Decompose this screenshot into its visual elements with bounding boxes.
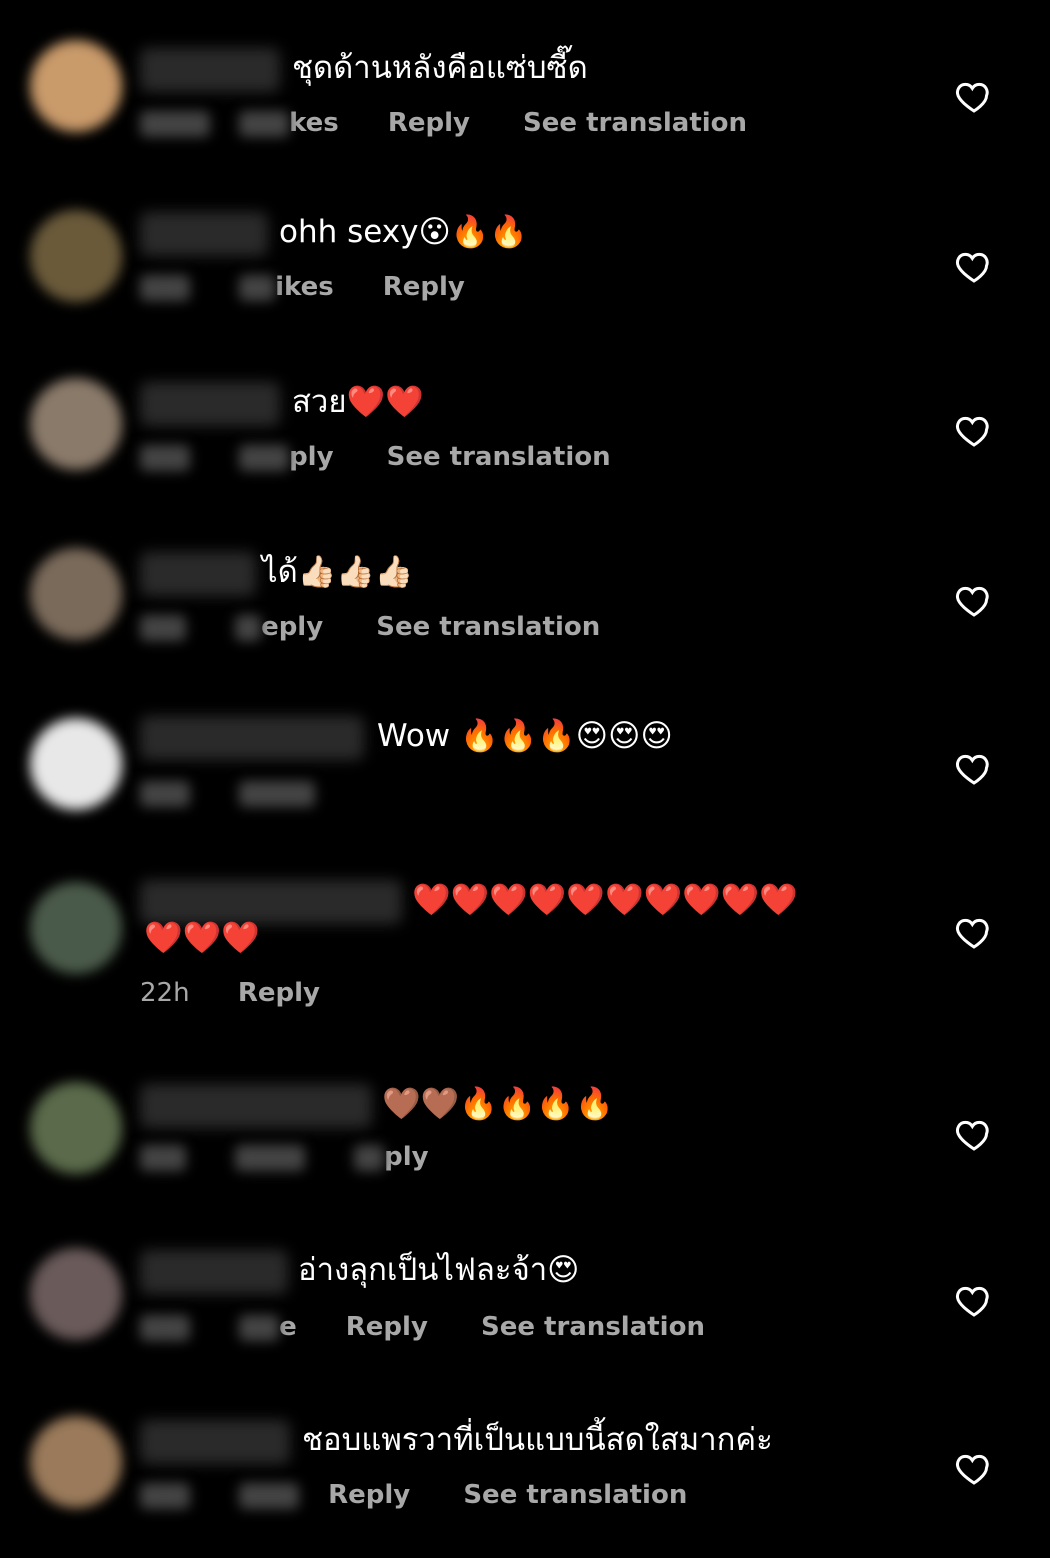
avatar[interactable]: [30, 378, 122, 470]
username[interactable]: [140, 1420, 290, 1464]
username[interactable]: [140, 552, 256, 596]
avatar[interactable]: [30, 1082, 122, 1174]
comment-text: 🤎🤎🔥🔥🔥🔥: [382, 1086, 614, 1122]
like-heart-icon[interactable]: [954, 748, 994, 788]
reply-button[interactable]: Reply: [346, 1312, 428, 1342]
reply-button[interactable]: Reply: [328, 1480, 410, 1510]
reply-button[interactable]: ply: [289, 442, 333, 472]
comment-meta: kes Reply See translation: [140, 108, 747, 138]
see-translation-button[interactable]: See translation: [387, 442, 611, 472]
comment-text: ชอบแพรวาที่เป็นแบบนี้สดใสมากค่ะ: [302, 1422, 773, 1458]
like-heart-icon[interactable]: [954, 410, 994, 450]
likes-blurred: [239, 110, 290, 137]
reply-blurred: [235, 614, 262, 641]
timestamp-blurred: [140, 444, 190, 471]
likes-blurred: [239, 274, 276, 301]
see-translation-button[interactable]: See translation: [376, 612, 600, 642]
like-heart-icon[interactable]: [954, 912, 994, 952]
comment-meta: ply: [140, 1142, 429, 1172]
comment-text: ohh sexy😮🔥🔥: [279, 214, 528, 250]
timestamp-blurred: [140, 110, 210, 137]
comment-text-line1: ❤️❤️❤️❤️❤️❤️❤️❤️❤️❤️: [412, 882, 798, 918]
username[interactable]: [140, 212, 268, 256]
reply-button[interactable]: Reply: [388, 108, 470, 138]
comment-meta: 22h Reply: [140, 978, 320, 1008]
comment-text: อ่างลุกเป็นไฟละจ้า😍: [298, 1252, 580, 1288]
username[interactable]: [140, 716, 364, 760]
reply-button[interactable]: eply: [261, 612, 323, 642]
likes-blurred: [239, 1314, 280, 1341]
username[interactable]: [140, 1084, 372, 1128]
timestamp-blurred: [140, 1314, 190, 1341]
reply-button[interactable]: Reply: [238, 978, 320, 1008]
comment-text: ได้👍🏻👍🏻👍🏻: [262, 554, 414, 590]
see-translation-button[interactable]: See translation: [523, 108, 747, 138]
timestamp: 22h: [140, 978, 190, 1008]
avatar[interactable]: [30, 1248, 122, 1340]
comment-text: สวย❤️❤️: [292, 384, 424, 420]
timestamp-blurred: [140, 1482, 190, 1509]
comment-text: ชุดด้านหลังคือแซ่บซี๊ด: [292, 50, 588, 86]
username[interactable]: [140, 382, 280, 426]
comment-meta: ply See translation: [140, 442, 611, 472]
avatar[interactable]: [30, 548, 122, 640]
reply-blurred: [239, 444, 290, 471]
comment-meta: [140, 778, 316, 808]
like-heart-icon[interactable]: [954, 1114, 994, 1154]
like-heart-icon[interactable]: [954, 1448, 994, 1488]
comment-meta: e Reply See translation: [140, 1312, 705, 1342]
comment-meta: ikes Reply: [140, 272, 465, 302]
avatar[interactable]: [30, 1416, 122, 1508]
likes-label[interactable]: ikes: [275, 272, 334, 302]
likes-blurred: [235, 1144, 306, 1171]
reply-button[interactable]: ply: [384, 1142, 428, 1172]
see-translation-button[interactable]: See translation: [481, 1312, 705, 1342]
username[interactable]: [140, 1250, 288, 1294]
avatar[interactable]: [30, 882, 122, 974]
avatar[interactable]: [30, 40, 122, 132]
timestamp-blurred: [140, 1144, 186, 1171]
reply-blurred: [239, 780, 316, 807]
timestamp-blurred: [140, 780, 190, 807]
likes-label[interactable]: kes: [289, 108, 339, 138]
likes-blurred: [239, 1482, 300, 1509]
like-heart-icon[interactable]: [954, 76, 994, 116]
comment-text: Wow 🔥🔥🔥😍😍😍: [377, 718, 673, 754]
comment-text-line2: ❤️❤️❤️: [144, 920, 260, 956]
like-heart-icon[interactable]: [954, 1280, 994, 1320]
avatar[interactable]: [30, 718, 122, 810]
like-heart-icon[interactable]: [954, 580, 994, 620]
likes-label[interactable]: e: [279, 1312, 297, 1342]
username[interactable]: [140, 48, 280, 92]
comment-meta: eply See translation: [140, 612, 600, 642]
avatar[interactable]: [30, 210, 122, 302]
comment-meta: Reply See translation: [140, 1480, 687, 1510]
see-translation-button[interactable]: See translation: [463, 1480, 687, 1510]
reply-button[interactable]: Reply: [383, 272, 465, 302]
timestamp-blurred: [140, 614, 186, 641]
timestamp-blurred: [140, 274, 190, 301]
like-heart-icon[interactable]: [954, 246, 994, 286]
reply-blurred: [354, 1144, 385, 1171]
